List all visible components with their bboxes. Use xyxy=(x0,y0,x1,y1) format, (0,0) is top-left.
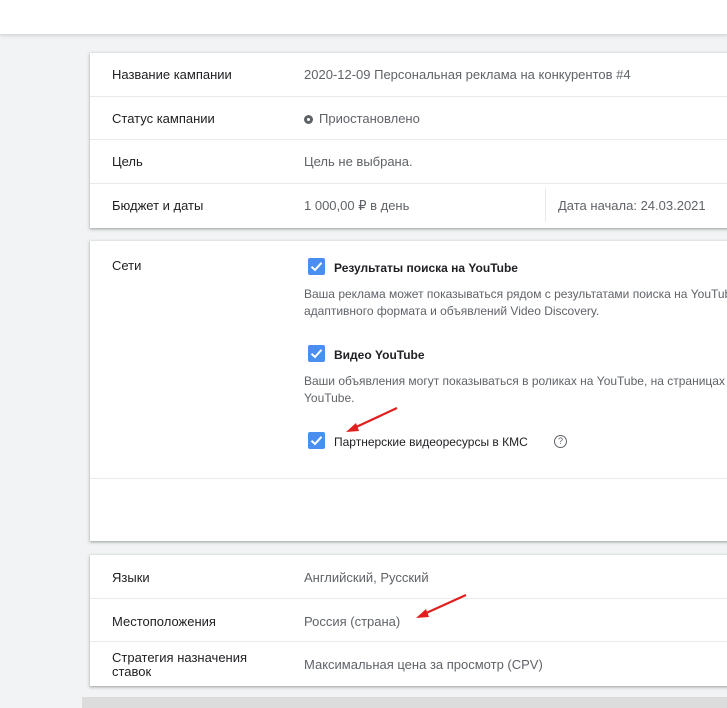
red-arrow-icon xyxy=(346,407,467,618)
